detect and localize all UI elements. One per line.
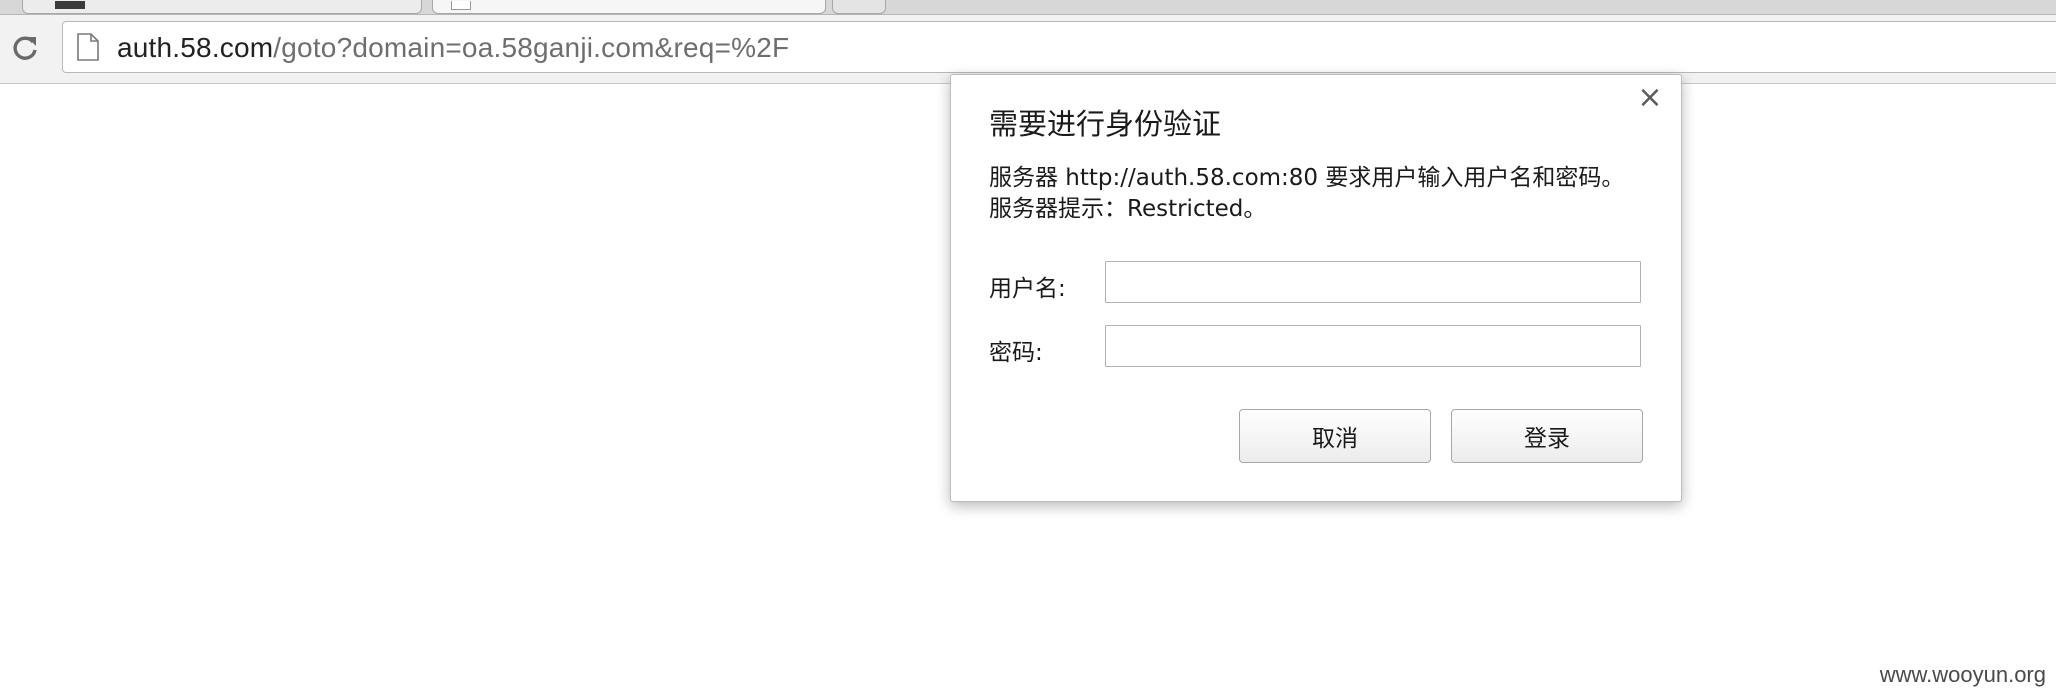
username-label: 用户名: xyxy=(989,276,1066,302)
auth-dialog: × 需要进行身份验证 服务器 http://auth.58.com:80 要求用… xyxy=(950,74,1682,502)
address-bar[interactable]: auth.58.com/goto?domain=oa.58ganji.com&r… xyxy=(62,21,2056,73)
browser-tab-1[interactable] xyxy=(22,0,422,14)
reload-button[interactable] xyxy=(6,29,44,67)
url-host: auth.58.com xyxy=(117,32,274,63)
url-path: /goto?domain=oa.58ganji.com&req=%2F xyxy=(273,32,790,63)
watermark: www.wooyun.org xyxy=(1879,662,2046,687)
login-button[interactable]: 登录 xyxy=(1451,409,1643,463)
password-input[interactable] xyxy=(1105,325,1641,367)
browser-tab-2[interactable] xyxy=(432,0,826,14)
tab-strip xyxy=(0,0,2056,15)
dialog-title: 需要进行身份验证 xyxy=(989,107,1222,141)
page-favicon-icon xyxy=(451,1,471,10)
url-text[interactable]: auth.58.com/goto?domain=oa.58ganji.com&r… xyxy=(117,32,789,64)
username-input[interactable] xyxy=(1105,261,1641,303)
close-icon[interactable]: × xyxy=(1637,83,1663,113)
password-label: 密码: xyxy=(989,340,1043,366)
page-icon xyxy=(77,33,99,61)
dialog-message: 服务器 http://auth.58.com:80 要求用户输入用户名和密码。服… xyxy=(989,165,1625,222)
reload-icon xyxy=(13,36,37,60)
new-tab-button[interactable] xyxy=(832,0,886,14)
cancel-button[interactable]: 取消 xyxy=(1239,409,1431,463)
site-favicon-icon xyxy=(55,1,85,9)
